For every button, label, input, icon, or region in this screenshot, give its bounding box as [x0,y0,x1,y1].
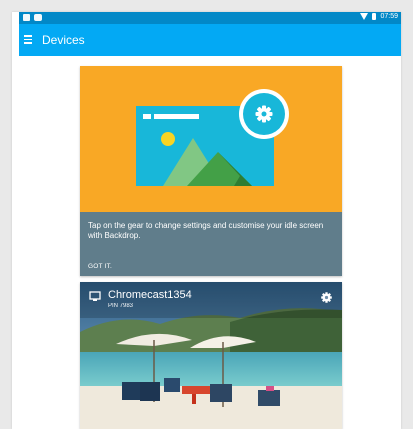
gear-icon[interactable] [321,292,332,303]
device-name: Chromecast1354 [108,289,192,301]
menu-icon[interactable] [24,35,32,44]
app-frame: 07:59 Devices Tap on the gear to change … [12,12,401,429]
device-pin: PIN 7983 [108,303,134,309]
tip-message: Tap on the gear to change settings and c… [88,221,324,240]
tip-illustration [80,66,342,212]
tip-card: Tap on the gear to change settings and c… [80,66,342,276]
cast-icon [89,291,101,301]
backdrop-illustration [136,89,289,186]
got-it-button[interactable]: GOT IT. [88,263,112,270]
wifi-icon [360,13,369,20]
notification-icon [23,14,30,21]
status-time: 07:59 [380,13,398,20]
app-bar: Devices [19,24,401,56]
battery-icon [372,13,377,20]
device-card[interactable]: Chromecast1354 PIN 7983 [80,282,342,429]
page-title: Devices [42,33,85,47]
status-bar: 07:59 [19,12,401,24]
notification-icon [34,14,42,21]
